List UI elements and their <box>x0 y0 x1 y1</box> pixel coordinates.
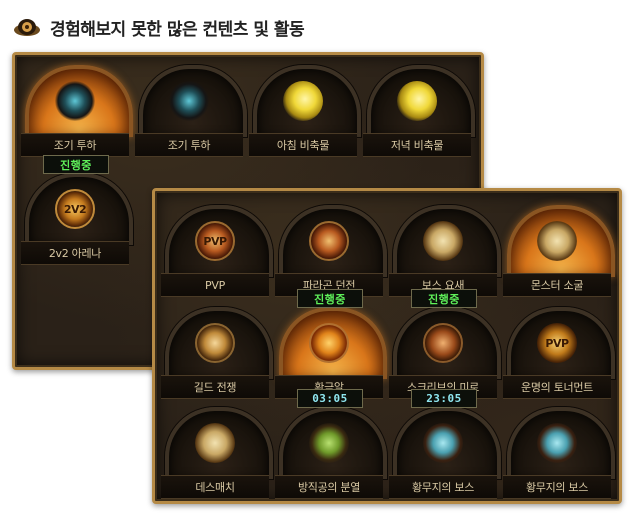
book-maze-icon <box>423 323 463 363</box>
activity-tile-evening-stock[interactable]: 저녁 비축물 <box>363 59 475 157</box>
status-badge: 진행중 <box>411 289 477 308</box>
activity-label: 길드 전쟁 <box>193 381 237 394</box>
activity-tile-early-drop[interactable]: 조기 투하 <box>135 59 247 157</box>
activity-tile-scribe-maze[interactable]: 진행중 스크리브의 미로 <box>389 289 501 399</box>
boss-skull-icon <box>423 221 463 261</box>
activity-label: 황무지의 보스 <box>525 481 589 494</box>
activity-label: 운명의 토너먼트 <box>521 381 593 394</box>
golden-egg-icon <box>309 323 349 363</box>
activity-tile-deathmatch[interactable]: 데스매치 <box>161 401 273 499</box>
status-badge: 진행중 <box>43 155 109 174</box>
activity-tile-boss-fortress[interactable]: 보스 요새 <box>389 199 501 297</box>
activity-tile-wasteland-boss-timed[interactable]: 23:05 황무지의 보스 <box>389 389 501 499</box>
spiked-orb-icon <box>55 81 95 121</box>
activity-label: 아침 비축물 <box>276 139 330 152</box>
monster-skull-icon <box>537 221 577 261</box>
activity-tile-2v2-arena[interactable]: 진행중 2V2 2v2 아레나 <box>21 155 133 265</box>
spiked-orb-icon <box>169 81 209 121</box>
section-header: 경험해보지 못한 많은 컨텐츠 및 활동 <box>12 14 305 40</box>
activity-label: 저녁 비축물 <box>390 139 444 152</box>
status-badge: 진행중 <box>297 289 363 308</box>
activity-label: PVP <box>205 278 225 292</box>
activity-tile-monster-lair[interactable]: 몬스터 소굴 <box>503 199 615 297</box>
countdown-timer: 03:05 <box>297 389 363 408</box>
activity-label: 조기 투하 <box>53 139 97 152</box>
activity-tile-paragon-dungeon[interactable]: 파라곤 던전 <box>275 199 387 297</box>
2v2-badge-icon: 2V2 <box>55 189 95 229</box>
activity-label: 데스매치 <box>195 481 235 494</box>
activity-label: 황무지의 보스 <box>411 481 475 494</box>
weaver-creature-icon <box>309 423 349 463</box>
yellow-bird-icon <box>283 81 323 121</box>
paragon-crest-icon <box>309 221 349 261</box>
activity-tile-morning-stock[interactable]: 아침 비축물 <box>249 59 361 157</box>
countdown-timer: 23:05 <box>411 389 477 408</box>
pvp-emblem-icon: PVP <box>195 221 235 261</box>
activity-tile-wasteland-boss[interactable]: 황무지의 보스 <box>503 401 615 499</box>
activity-tile-early-drop-active[interactable]: 조기 투하 <box>21 59 133 157</box>
wasteland-boss-icon <box>423 423 463 463</box>
activities-panel-front: PVP PVP 파라곤 던전 보스 요새 몬스터 소굴 길드 전쟁 진행중 황금… <box>152 188 622 504</box>
wasteland-boss-icon <box>537 423 577 463</box>
activity-tile-pvp[interactable]: PVP PVP <box>161 199 273 297</box>
activity-label: 방직공의 분열 <box>297 481 361 494</box>
yellow-bird-icon <box>397 81 437 121</box>
page-title: 경험해보지 못한 많은 컨텐츠 및 활동 <box>50 19 305 40</box>
activity-tile-guild-war[interactable]: 길드 전쟁 <box>161 301 273 399</box>
activity-tile-golden-egg[interactable]: 진행중 황금알 <box>275 289 387 399</box>
helmet-icon <box>12 16 42 38</box>
activity-label: 2v2 아레나 <box>48 247 102 260</box>
activity-label: 몬스터 소굴 <box>530 279 584 292</box>
activity-tile-fate-tournament[interactable]: PVP 운명의 토너먼트 <box>503 301 615 399</box>
activity-tile-weaver-rift[interactable]: 03:05 방직공의 분열 <box>275 389 387 499</box>
pvp-trophy-icon: PVP <box>537 323 577 363</box>
deathmatch-skull-icon <box>195 423 235 463</box>
activity-label: 조기 투하 <box>167 139 211 152</box>
war-horn-icon <box>195 323 235 363</box>
